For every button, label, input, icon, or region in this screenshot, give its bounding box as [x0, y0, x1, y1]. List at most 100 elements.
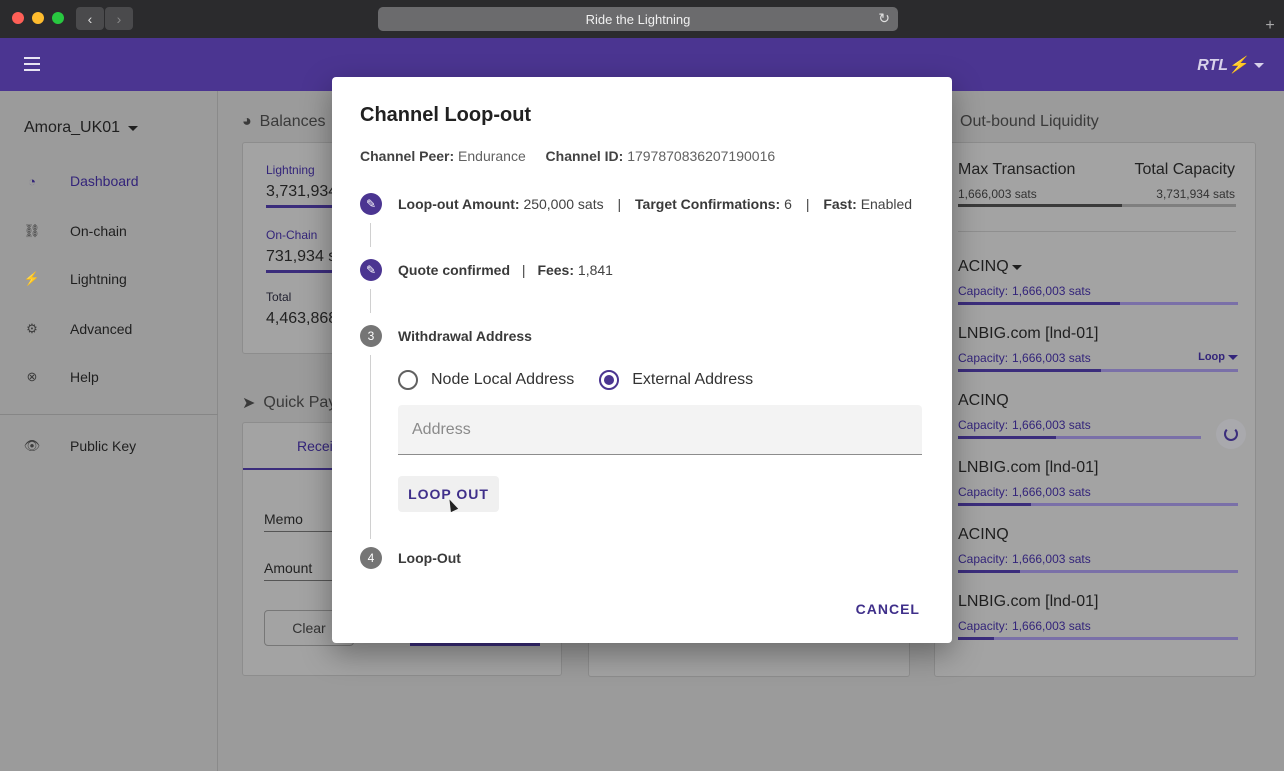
quickpay-title: ➤ Quick Pay [242, 394, 337, 412]
step-2-edit-icon[interactable]: ✎ [360, 259, 382, 281]
channel-meta: Channel Peer: Endurance Channel ID: 1797… [360, 148, 775, 164]
cancel-button[interactable]: CANCEL [856, 601, 920, 617]
capacity-value: 1,666,003 sats [1012, 619, 1091, 633]
channel-liquidity-fill [958, 637, 994, 640]
channel-capacity: Capacity: 1,666,003 sats [958, 418, 1091, 432]
channel-row[interactable]: LNBIG.com [lnd-01] Capacity: 1,666,003 sat… [958, 593, 1238, 648]
channel-row[interactable]: LNBIG.com [lnd-01] Capacity: 1,666,003 sat… [958, 325, 1238, 380]
step-connector [370, 289, 371, 313]
channel-liquidity-fill [958, 503, 1031, 506]
channel-liquidity-bar [958, 302, 1238, 305]
channel-name: LNBIG.com [lnd-01] [958, 325, 1099, 342]
forward-button[interactable]: › [105, 7, 133, 30]
dialog-title: Channel Loop-out [360, 104, 532, 126]
bolt-icon: ⚡ [23, 271, 41, 286]
step-2-summary[interactable]: Quote confirmed | Fees: 1,841 [398, 262, 613, 278]
total-balance-value: 4,463,868 [266, 310, 338, 327]
channel-capacity: Capacity: 1,666,003 sats [958, 619, 1091, 633]
back-button[interactable]: ‹ [76, 7, 104, 30]
liquidity-title: Out-bound Liquidity [960, 113, 1099, 130]
menu-icon[interactable] [24, 57, 40, 71]
peer-label: Channel Peer: [360, 148, 455, 164]
address-field[interactable] [398, 405, 922, 455]
sidebar-item-help[interactable]: ⊗ Help [24, 365, 99, 389]
channel-liquidity-bar [958, 436, 1201, 439]
radio-node-local-label[interactable]: Node Local Address [431, 371, 574, 389]
new-tab-button[interactable]: + [1260, 16, 1280, 36]
onchain-balance-bar [266, 270, 336, 273]
address-bar[interactable]: Ride the Lightning ↻ [378, 7, 898, 31]
brand-menu[interactable]: RTL⚡ [1197, 55, 1264, 75]
channel-liquidity-bar [958, 503, 1238, 506]
capacity-value: 1,666,003 sats [1012, 552, 1091, 566]
channel-row[interactable]: ACINQ Capacity: 1,666,003 sats [958, 526, 1238, 581]
channel-id-value: 1797870836207190016 [627, 148, 776, 164]
sidebar-item-label: Help [70, 369, 99, 385]
minimize-window-button[interactable] [32, 12, 44, 24]
channel-row[interactable]: ACINQ Capacity: 1,666,003 sats [958, 258, 1238, 313]
channel-name: ACINQ [958, 392, 1009, 409]
capacity-value: 1,666,003 sats [1012, 418, 1091, 432]
channel-capacity: Capacity: 1,666,003 sats [958, 351, 1091, 365]
help-icon: ⊗ [26, 369, 38, 384]
step-1-edit-icon[interactable]: ✎ [360, 193, 382, 215]
step-3-number: 3 [360, 325, 382, 347]
address-input[interactable] [412, 421, 902, 439]
capacity-label: Capacity: [958, 485, 1009, 499]
channel-name: ACINQ [958, 526, 1009, 543]
caret-down-icon [1228, 354, 1238, 360]
liquidity-total-bar [958, 204, 1236, 207]
caret-down-icon [128, 125, 139, 131]
sidebar-item-label: Public Key [70, 438, 137, 454]
total-capacity-value: 3,731,934 sats [1156, 187, 1235, 201]
radio-node-local-address[interactable] [398, 370, 418, 390]
total-capacity-label: Total Capacity [1134, 161, 1236, 178]
capacity-value: 1,666,003 sats [1012, 351, 1091, 365]
step-4-number: 4 [360, 547, 382, 569]
step-1-summary[interactable]: Loop-out Amount: 250,000 sats | Target C… [398, 196, 912, 212]
channel-capacity: Capacity: 1,666,003 sats [958, 284, 1091, 298]
sidebar-item-public-key[interactable]: 👁 Public Key [24, 434, 136, 458]
caret-down-icon [1254, 62, 1264, 68]
browser-chrome: ‹ › Ride the Lightning ↻ + [0, 0, 1284, 38]
step-connector [370, 223, 371, 247]
radio-external-address[interactable] [599, 370, 620, 390]
capacity-value: 1,666,003 sats [1012, 284, 1091, 298]
capacity-value: 1,666,003 sats [1012, 485, 1091, 499]
sidebar-item-dashboard[interactable]: ◔ Dashboard [24, 169, 138, 193]
sidebar-item-advanced[interactable]: ⚙ Advanced [24, 317, 132, 341]
sidebar-item-label: Advanced [70, 321, 133, 337]
channel-liquidity-bar [958, 637, 1238, 640]
capacity-label: Capacity: [958, 284, 1009, 298]
channel-row[interactable]: ACINQ Capacity: 1,666,003 sats [958, 392, 1246, 449]
radio-external-label[interactable]: External Address [632, 371, 753, 389]
sidebar: Amora_UK01 ◔ Dashboard ⛓ On-chain ⚡ Ligh… [0, 91, 218, 771]
channel-name: LNBIG.com [lnd-01] [958, 459, 1099, 476]
loading-spinner-icon [1216, 419, 1246, 449]
sidebar-item-label: Lightning [70, 271, 127, 287]
page-title: Ride the Lightning [585, 11, 691, 27]
loop-out-dialog: Channel Loop-out Channel Peer: Endurance… [332, 77, 952, 643]
lightning-balance-label: Lightning [266, 163, 315, 177]
sidebar-item-lightning[interactable]: ⚡ Lightning [23, 267, 127, 291]
onchain-balance-label: On-Chain [266, 228, 318, 242]
channel-name[interactable]: ACINQ [958, 258, 1009, 276]
sidebar-divider [0, 414, 218, 415]
step-3-label: Withdrawal Address [398, 328, 532, 344]
lightning-balance-bar [266, 205, 336, 208]
node-selector[interactable]: Amora_UK01 [24, 119, 139, 137]
peer-value: Endurance [458, 148, 526, 164]
channel-liquidity-bar [958, 369, 1238, 372]
capacity-label: Capacity: [958, 418, 1009, 432]
maximize-window-button[interactable] [52, 12, 64, 24]
reload-icon[interactable]: ↻ [878, 10, 890, 27]
caret-down-icon [1012, 265, 1022, 270]
step-4-label[interactable]: Loop-Out [398, 550, 461, 566]
loop-menu-button[interactable]: Loop [1198, 351, 1238, 363]
channel-row[interactable]: LNBIG.com [lnd-01] Capacity: 1,666,003 sat… [958, 459, 1238, 514]
channel-liquidity-fill [958, 436, 1056, 439]
total-balance-label: Total [266, 290, 292, 304]
sidebar-item-onchain[interactable]: ⛓ On-chain [24, 219, 127, 243]
close-window-button[interactable] [12, 12, 24, 24]
gauge-icon: ◔ [28, 173, 36, 189]
